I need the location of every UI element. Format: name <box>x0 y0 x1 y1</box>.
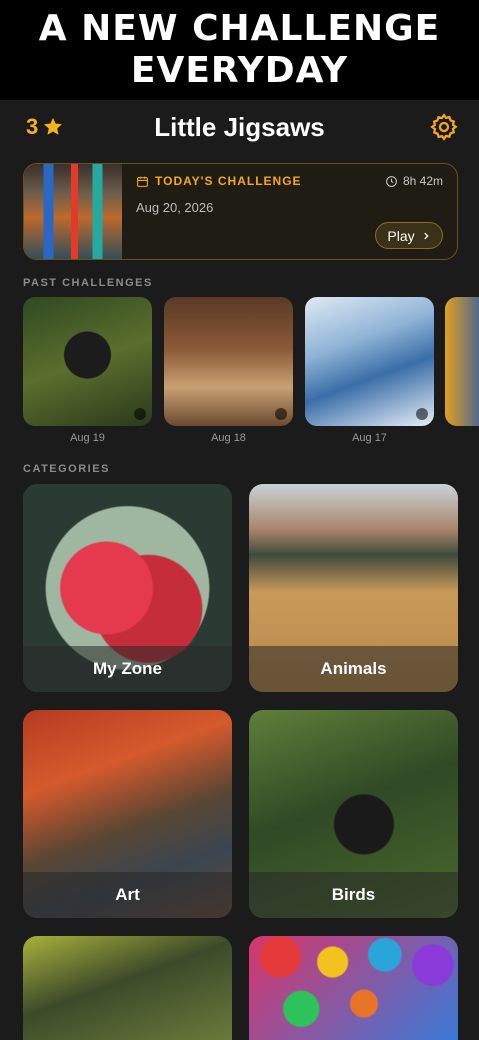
todays-challenge-card[interactable]: TODAY'S CHALLENGE 8h 42m Aug 20, 2026 Pl… <box>23 163 458 260</box>
category-birds[interactable]: Birds <box>249 710 458 918</box>
todays-challenge-label: TODAY'S CHALLENGE <box>155 174 302 188</box>
puzzle-piece-icon <box>134 408 146 420</box>
chevron-right-icon <box>423 232 429 239</box>
todays-challenge-date: Aug 20, 2026 <box>136 200 214 215</box>
category-tile-partial[interactable] <box>23 936 232 1040</box>
past-challenge-image <box>305 297 434 426</box>
puzzle-piece-icon <box>275 408 287 420</box>
past-challenges-carousel[interactable]: Aug 19 Aug 18 Aug 17 <box>23 297 479 447</box>
banner-line-1: A NEW CHALLENGE <box>38 8 441 49</box>
past-challenges-title: PAST CHALLENGES <box>23 277 153 289</box>
past-challenge-item[interactable]: Aug 17 <box>305 297 434 444</box>
puzzle-piece-icon <box>416 408 428 420</box>
calendar-icon <box>137 176 148 187</box>
play-button[interactable]: Play <box>375 222 443 249</box>
past-challenge-item[interactable] <box>445 297 479 426</box>
past-challenge-image <box>445 297 479 426</box>
gear-icon[interactable] <box>429 112 459 142</box>
category-my-zone[interactable]: My Zone <box>23 484 232 692</box>
countdown-timer: 8h 42m <box>385 174 443 188</box>
past-challenge-image <box>164 297 293 426</box>
category-tile-partial[interactable] <box>249 936 458 1040</box>
past-challenge-date: Aug 17 <box>352 432 387 444</box>
past-challenge-date: Aug 18 <box>211 432 246 444</box>
banner-line-2: EVERYDAY <box>130 50 349 91</box>
todays-challenge-heading: TODAY'S CHALLENGE <box>136 174 302 188</box>
category-label: Art <box>23 872 232 918</box>
promo-banner: A NEW CHALLENGE EVERYDAY <box>0 0 479 100</box>
app-header: 3 Little Jigsaws <box>0 100 479 160</box>
category-animals[interactable]: Animals <box>249 484 458 692</box>
category-art[interactable]: Art <box>23 710 232 918</box>
category-label: Animals <box>249 646 458 692</box>
past-challenge-date: Aug 19 <box>70 432 105 444</box>
category-label: Birds <box>249 872 458 918</box>
categories-title: CATEGORIES <box>23 463 110 475</box>
countdown-value: 8h 42m <box>402 174 443 188</box>
past-challenge-item[interactable]: Aug 18 <box>164 297 293 444</box>
app-title: Little Jigsaws <box>154 112 325 142</box>
category-label: My Zone <box>23 646 232 692</box>
past-challenge-image <box>23 297 152 426</box>
todays-challenge-image <box>24 164 122 259</box>
clock-icon <box>386 175 397 187</box>
play-button-label: Play <box>387 227 415 244</box>
past-challenge-item[interactable]: Aug 19 <box>23 297 152 444</box>
